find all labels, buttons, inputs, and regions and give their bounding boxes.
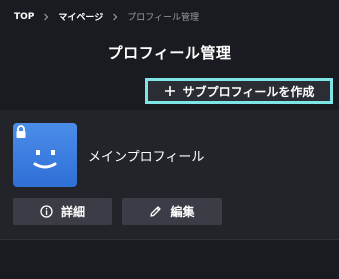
profile-list-panel: メインプロフィール 詳細 編集 <box>0 110 339 240</box>
chevron-right-icon <box>111 13 119 21</box>
detail-label: 詳細 <box>60 205 85 219</box>
pencil-icon <box>149 205 162 218</box>
edit-button[interactable]: 編集 <box>122 198 222 225</box>
plus-icon <box>164 85 176 97</box>
breadcrumb-current: プロフィール管理 <box>127 13 200 23</box>
breadcrumb-mypage-link[interactable]: マイページ <box>58 10 103 23</box>
breadcrumb: TOP マイページ プロフィール管理 <box>14 10 200 24</box>
breadcrumb-top-link[interactable]: TOP <box>14 12 34 22</box>
profile-actions: 詳細 編集 <box>13 198 222 225</box>
profile-avatar[interactable] <box>13 123 77 187</box>
edit-label: 編集 <box>170 205 195 219</box>
chevron-right-icon <box>42 13 50 21</box>
profile-item: メインプロフィール <box>13 123 204 187</box>
page-title: プロフィール管理 <box>107 44 232 62</box>
lock-icon <box>16 125 26 138</box>
create-subprofile-label: サブプロフィールを作成 <box>182 84 315 99</box>
info-icon <box>40 205 53 218</box>
profile-name: メインプロフィール <box>88 149 205 165</box>
create-subprofile-button[interactable]: サブプロフィールを作成 <box>145 78 333 104</box>
profile-management-page: TOP マイページ プロフィール管理 プロフィール管理 サブプロフィールを作成 <box>0 0 339 279</box>
detail-button[interactable]: 詳細 <box>13 198 112 225</box>
